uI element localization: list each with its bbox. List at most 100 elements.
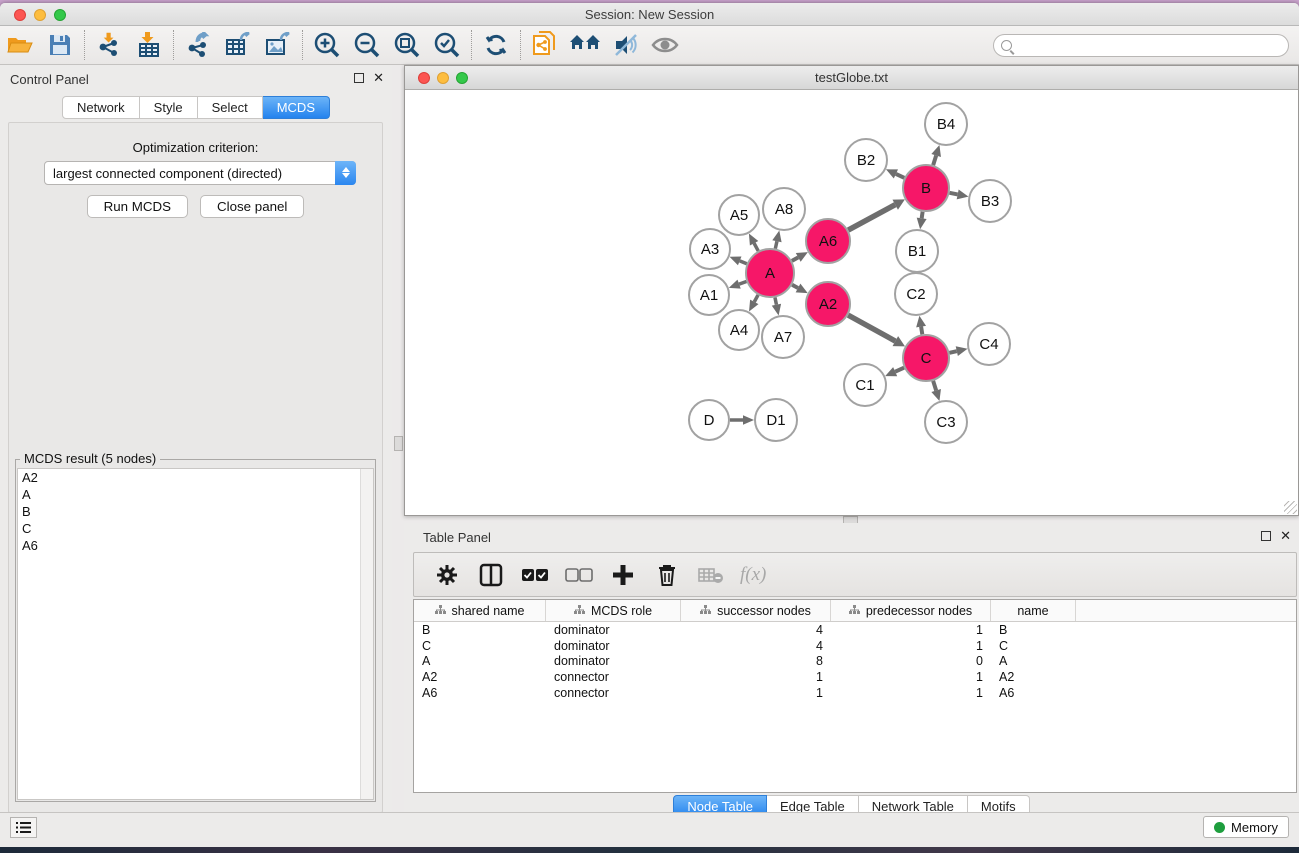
refresh-view-icon[interactable] bbox=[476, 28, 516, 62]
table-row[interactable]: Adominator80A bbox=[414, 653, 1296, 669]
table-cell[interactable]: C bbox=[991, 639, 1076, 653]
table-cell[interactable]: 1 bbox=[831, 686, 991, 700]
graph-edge[interactable] bbox=[754, 243, 758, 251]
column-header-shared-name[interactable]: shared name bbox=[414, 600, 546, 621]
close-panel-icon[interactable]: ✕ bbox=[373, 72, 384, 84]
table-cell[interactable]: A6 bbox=[991, 686, 1076, 700]
hide-details-icon[interactable] bbox=[605, 28, 645, 62]
table-row[interactable]: A2connector11A2 bbox=[414, 669, 1296, 685]
float-panel-icon[interactable] bbox=[354, 73, 364, 83]
table-cell[interactable]: 1 bbox=[831, 639, 991, 653]
show-eye-icon[interactable] bbox=[645, 28, 685, 62]
table-row[interactable]: A6connector11A6 bbox=[414, 685, 1296, 701]
memory-button[interactable]: Memory bbox=[1203, 816, 1289, 838]
search-input[interactable] bbox=[993, 34, 1289, 57]
graph-edge[interactable] bbox=[739, 281, 746, 284]
deselect-all-checkboxes-icon[interactable] bbox=[564, 560, 594, 590]
table-row[interactable]: Cdominator41C bbox=[414, 638, 1296, 654]
tab-mcds[interactable]: MCDS bbox=[263, 96, 330, 119]
mcds-result-item[interactable]: B bbox=[18, 503, 373, 520]
mcds-result-item[interactable]: A bbox=[18, 486, 373, 503]
scrollbar-track[interactable] bbox=[360, 469, 373, 799]
graph-edge[interactable] bbox=[775, 241, 777, 248]
table-cell[interactable]: 8 bbox=[681, 654, 831, 668]
graph-edge[interactable] bbox=[792, 285, 798, 288]
settings-gear-icon[interactable] bbox=[432, 560, 462, 590]
graph-edge[interactable] bbox=[949, 351, 956, 353]
zoom-in-icon[interactable] bbox=[307, 28, 347, 62]
table-cell[interactable]: dominator bbox=[546, 623, 681, 637]
export-image-icon[interactable] bbox=[258, 28, 298, 62]
network-canvas[interactable]: B4B2BB3A5A8A6B1A3AA1C2A2A4A7C4CC1C3DD1 bbox=[405, 90, 1298, 515]
column-view-icon[interactable] bbox=[476, 560, 506, 590]
tab-style[interactable]: Style bbox=[140, 96, 198, 119]
export-network-icon[interactable] bbox=[178, 28, 218, 62]
graph-edge[interactable] bbox=[792, 257, 798, 260]
zoom-selected-icon[interactable] bbox=[427, 28, 467, 62]
table-cell[interactable]: A bbox=[991, 654, 1076, 668]
mcds-result-item[interactable]: A2 bbox=[18, 469, 373, 486]
table-cell[interactable]: connector bbox=[546, 670, 681, 684]
zoom-out-icon[interactable] bbox=[347, 28, 387, 62]
table-cell[interactable]: 1 bbox=[681, 670, 831, 684]
table-cell[interactable]: B bbox=[991, 623, 1076, 637]
task-history-button[interactable] bbox=[10, 817, 37, 838]
column-header-successor-nodes[interactable]: successor nodes bbox=[681, 600, 831, 621]
column-header-MCDS-role[interactable]: MCDS role bbox=[546, 600, 681, 621]
mcds-result-item[interactable]: C bbox=[18, 520, 373, 537]
table-cell[interactable]: A6 bbox=[414, 686, 546, 700]
column-header-predecessor-nodes[interactable]: predecessor nodes bbox=[831, 600, 991, 621]
table-cell[interactable]: 4 bbox=[681, 639, 831, 653]
graph-edge[interactable] bbox=[933, 381, 936, 391]
graph-edge[interactable] bbox=[950, 193, 958, 195]
table-cell[interactable]: 0 bbox=[831, 654, 991, 668]
import-network-icon[interactable] bbox=[89, 28, 129, 62]
optimization-criterion-select[interactable]: largest connected component (directed) bbox=[44, 161, 356, 185]
mcds-result-item[interactable]: A6 bbox=[18, 537, 373, 554]
select-all-checkboxes-icon[interactable] bbox=[520, 560, 550, 590]
table-cell[interactable]: A bbox=[414, 654, 546, 668]
import-table-icon[interactable] bbox=[129, 28, 169, 62]
zoom-fit-icon[interactable] bbox=[387, 28, 427, 62]
vertical-splitter-grip[interactable] bbox=[394, 436, 403, 451]
tab-select[interactable]: Select bbox=[198, 96, 263, 119]
table-cell[interactable]: B bbox=[414, 623, 546, 637]
close-panel-button[interactable]: Close panel bbox=[200, 195, 304, 218]
add-column-icon[interactable] bbox=[608, 560, 638, 590]
table-cell[interactable]: 1 bbox=[681, 686, 831, 700]
table-cell[interactable]: A2 bbox=[991, 670, 1076, 684]
graph-edge[interactable] bbox=[922, 212, 923, 219]
home-icon[interactable] bbox=[565, 28, 605, 62]
graph-edge[interactable] bbox=[775, 297, 776, 304]
graph-edge[interactable] bbox=[895, 368, 904, 372]
table-cell[interactable]: dominator bbox=[546, 654, 681, 668]
table-row[interactable]: Bdominator41B bbox=[414, 622, 1296, 638]
resize-grip-icon[interactable] bbox=[1284, 501, 1297, 514]
graph-edge[interactable] bbox=[921, 327, 922, 335]
table-cell[interactable]: 1 bbox=[831, 670, 991, 684]
new-network-from-selection-icon[interactable] bbox=[525, 28, 565, 62]
graph-edge[interactable] bbox=[933, 155, 936, 165]
run-mcds-button[interactable]: Run MCDS bbox=[87, 195, 188, 218]
graph-edge[interactable] bbox=[754, 295, 758, 302]
delete-column-icon[interactable] bbox=[652, 560, 682, 590]
table-cell[interactable]: dominator bbox=[546, 639, 681, 653]
table-cell[interactable]: 4 bbox=[681, 623, 831, 637]
graph-edge[interactable] bbox=[848, 205, 895, 230]
export-table-icon[interactable] bbox=[218, 28, 258, 62]
open-session-icon[interactable] bbox=[0, 28, 40, 62]
table-cell[interactable]: A2 bbox=[414, 670, 546, 684]
mcds-result-list[interactable]: A2ABCA6 bbox=[17, 468, 374, 800]
column-header-name[interactable]: name bbox=[991, 600, 1076, 621]
search-icon bbox=[1001, 40, 1012, 51]
float-table-panel-icon[interactable] bbox=[1261, 531, 1271, 541]
table-cell[interactable]: connector bbox=[546, 686, 681, 700]
graph-edge[interactable] bbox=[896, 174, 904, 178]
graph-edge[interactable] bbox=[740, 261, 747, 264]
save-session-icon[interactable] bbox=[40, 28, 80, 62]
tab-network[interactable]: Network bbox=[62, 96, 140, 119]
table-cell[interactable]: 1 bbox=[831, 623, 991, 637]
graph-edge[interactable] bbox=[848, 315, 895, 341]
close-table-panel-icon[interactable]: ✕ bbox=[1280, 530, 1291, 542]
table-cell[interactable]: C bbox=[414, 639, 546, 653]
